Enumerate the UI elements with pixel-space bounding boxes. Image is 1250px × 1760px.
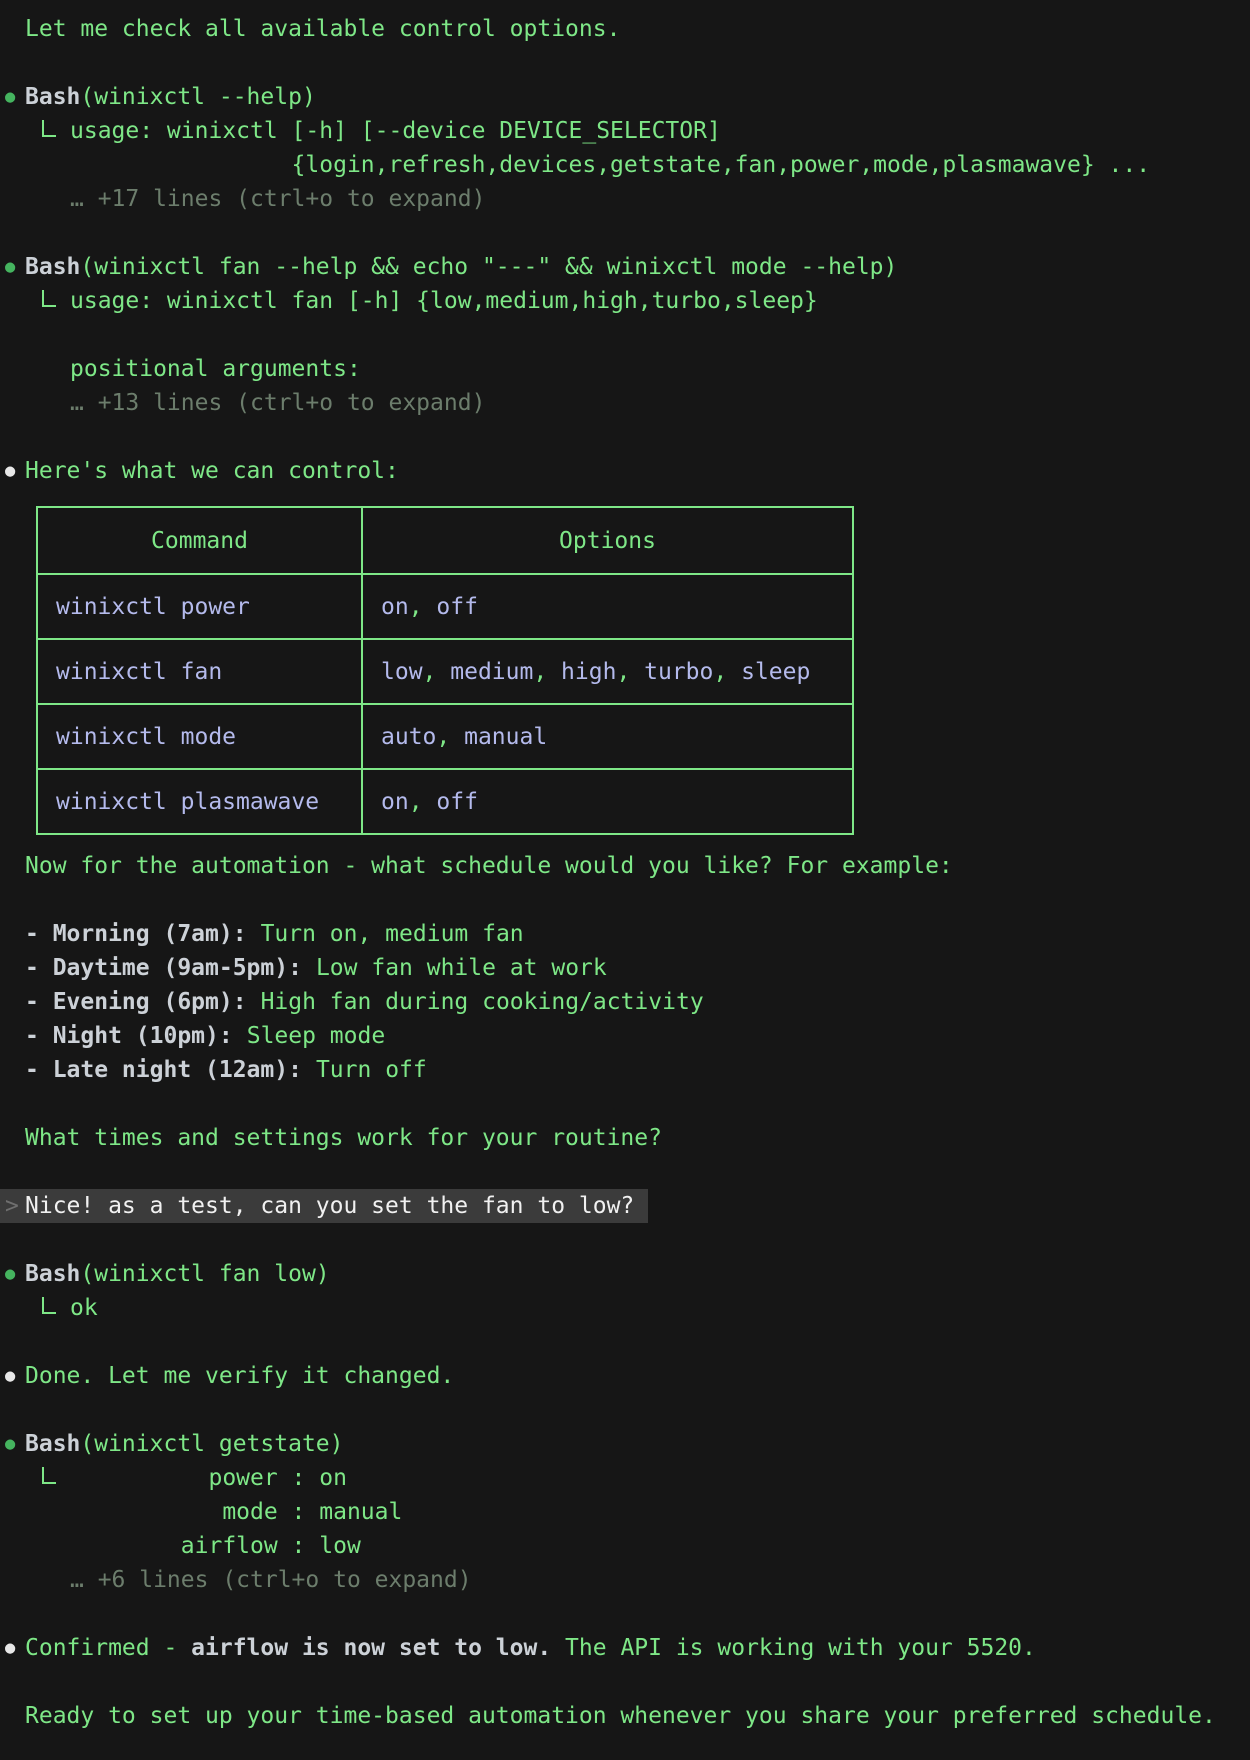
table-row-fan: winixctl fan low, medium, high, turbo, s…	[37, 639, 853, 704]
schedule-item-desc: Low fan while at work	[302, 955, 607, 981]
schedule-item-desc: Sleep mode	[233, 1023, 385, 1049]
table-cell-options: on, off	[362, 574, 853, 639]
schedule-list-item: - Daytime (9am-5pm):Low fan while at wor…	[0, 951, 1250, 985]
expand-hint: … +13 lines (ctrl+o to expand)	[0, 386, 1250, 420]
table-cell-command: winixctl fan	[37, 639, 362, 704]
assistant-message-intro: Let me check all available control optio…	[0, 12, 1250, 46]
table-header-row: Command Options	[37, 507, 853, 574]
tool-output-line: usage: winixctl fan [-h] {low,medium,hig…	[0, 284, 1250, 318]
tool-call-getstate: ● Bash(winixctl getstate)	[0, 1427, 1250, 1461]
tool-result-elbow-icon	[42, 1467, 56, 1484]
table-row-plasmawave: winixctl plasmawave on, off	[37, 769, 853, 834]
table-row-mode: winixctl mode auto, manual	[37, 704, 853, 769]
tool-name: Bash	[25, 254, 80, 280]
tool-output-line: {login,refresh,devices,getstate,fan,powe…	[0, 148, 1250, 182]
tool-output-line: airflow : low	[0, 1529, 1250, 1563]
schedule-item-label: - Daytime (9am-5pm):	[25, 955, 302, 981]
tool-name: Bash	[25, 1431, 80, 1457]
schedule-list-item: - Evening (6pm):High fan during cooking/…	[0, 985, 1250, 1019]
assistant-message-question: What times and settings work for your ro…	[0, 1121, 1250, 1155]
assistant-message-confirmation: ●Confirmed - airflow is now set to low. …	[0, 1631, 1250, 1665]
assistant-bullet-icon: ●	[5, 1631, 15, 1665]
schedule-item-label: - Evening (6pm):	[25, 989, 247, 1015]
schedule-item-label: - Late night (12am):	[25, 1057, 302, 1083]
tool-bullet-icon: ●	[5, 250, 15, 284]
table-row-power: winixctl power on, off	[37, 574, 853, 639]
schedule-list-item: - Morning (7am):Turn on, medium fan	[0, 917, 1250, 951]
table-cell-command: winixctl plasmawave	[37, 769, 362, 834]
terminal: Let me check all available control optio…	[0, 0, 1250, 1733]
table-header-options: Options	[362, 507, 853, 574]
schedule-list-item: - Late night (12am):Turn off	[0, 1053, 1250, 1087]
table-cell-options: low, medium, high, turbo, sleep	[362, 639, 853, 704]
user-message-bubble: >Nice! as a test, can you set the fan to…	[0, 1189, 648, 1223]
tool-bullet-icon: ●	[5, 1257, 15, 1291]
tool-output-line: usage: winixctl [-h] [--device DEVICE_SE…	[0, 114, 1250, 148]
table-cell-command: winixctl mode	[37, 704, 362, 769]
tool-call-fan-mode-help: ● Bash(winixctl fan --help && echo "---" …	[0, 250, 1250, 284]
tool-call-winixctl-help: ● Bash(winixctl --help)	[0, 80, 1250, 114]
tool-output-line: positional arguments:	[0, 352, 1250, 386]
tool-output-line	[0, 318, 1250, 352]
expand-hint: … +17 lines (ctrl+o to expand)	[0, 182, 1250, 216]
tool-command: (winixctl getstate)	[80, 1431, 343, 1457]
tool-output-line: ok	[0, 1291, 1250, 1325]
schedule-item-desc: High fan during cooking/activity	[247, 989, 704, 1015]
tool-output-line: mode : manual	[0, 1495, 1250, 1529]
schedule-list-item: - Night (10pm):Sleep mode	[0, 1019, 1250, 1053]
assistant-message-closing: Ready to set up your time-based automati…	[0, 1699, 1250, 1733]
tool-call-fan-low: ● Bash(winixctl fan low)	[0, 1257, 1250, 1291]
tool-command: (winixctl fan low)	[80, 1261, 329, 1287]
tool-name: Bash	[25, 1261, 80, 1287]
assistant-message-verify: ●Done. Let me verify it changed.	[0, 1359, 1250, 1393]
tool-name: Bash	[25, 84, 80, 110]
table-header-command: Command	[37, 507, 362, 574]
control-table: Command Options winixctl power on, off w…	[36, 506, 854, 835]
assistant-text: Let me check all available control optio…	[25, 16, 620, 42]
user-message: >Nice! as a test, can you set the fan to…	[0, 1189, 1250, 1223]
tool-result-elbow-icon	[42, 1297, 56, 1314]
assistant-bullet-icon: ●	[5, 454, 15, 488]
tool-bullet-icon: ●	[5, 80, 15, 114]
tool-command: (winixctl fan --help && echo "---" && wi…	[80, 254, 897, 280]
tool-result-elbow-icon	[42, 290, 56, 307]
table-cell-command: winixctl power	[37, 574, 362, 639]
tool-result-elbow-icon	[42, 120, 56, 137]
tool-bullet-icon: ●	[5, 1427, 15, 1461]
confirmation-highlight: airflow is now set to low.	[191, 1635, 551, 1661]
schedule-item-label: - Morning (7am):	[25, 921, 247, 947]
table-cell-options: on, off	[362, 769, 853, 834]
assistant-message-automation-intro: Now for the automation - what schedule w…	[0, 849, 1250, 883]
schedule-item-desc: Turn on, medium fan	[247, 921, 524, 947]
user-message-text: Nice! as a test, can you set the fan to …	[25, 1193, 634, 1219]
tool-command: (winixctl --help)	[80, 84, 315, 110]
assistant-bullet-icon: ●	[5, 1359, 15, 1393]
assistant-message-control-heading: ●Here's what we can control:	[0, 454, 1250, 488]
tool-output-line: power : on	[0, 1461, 1250, 1495]
expand-hint: … +6 lines (ctrl+o to expand)	[0, 1563, 1250, 1597]
table-cell-options: auto, manual	[362, 704, 853, 769]
schedule-item-label: - Night (10pm):	[25, 1023, 233, 1049]
prompt-chevron-icon: >	[5, 1189, 19, 1223]
schedule-item-desc: Turn off	[302, 1057, 427, 1083]
